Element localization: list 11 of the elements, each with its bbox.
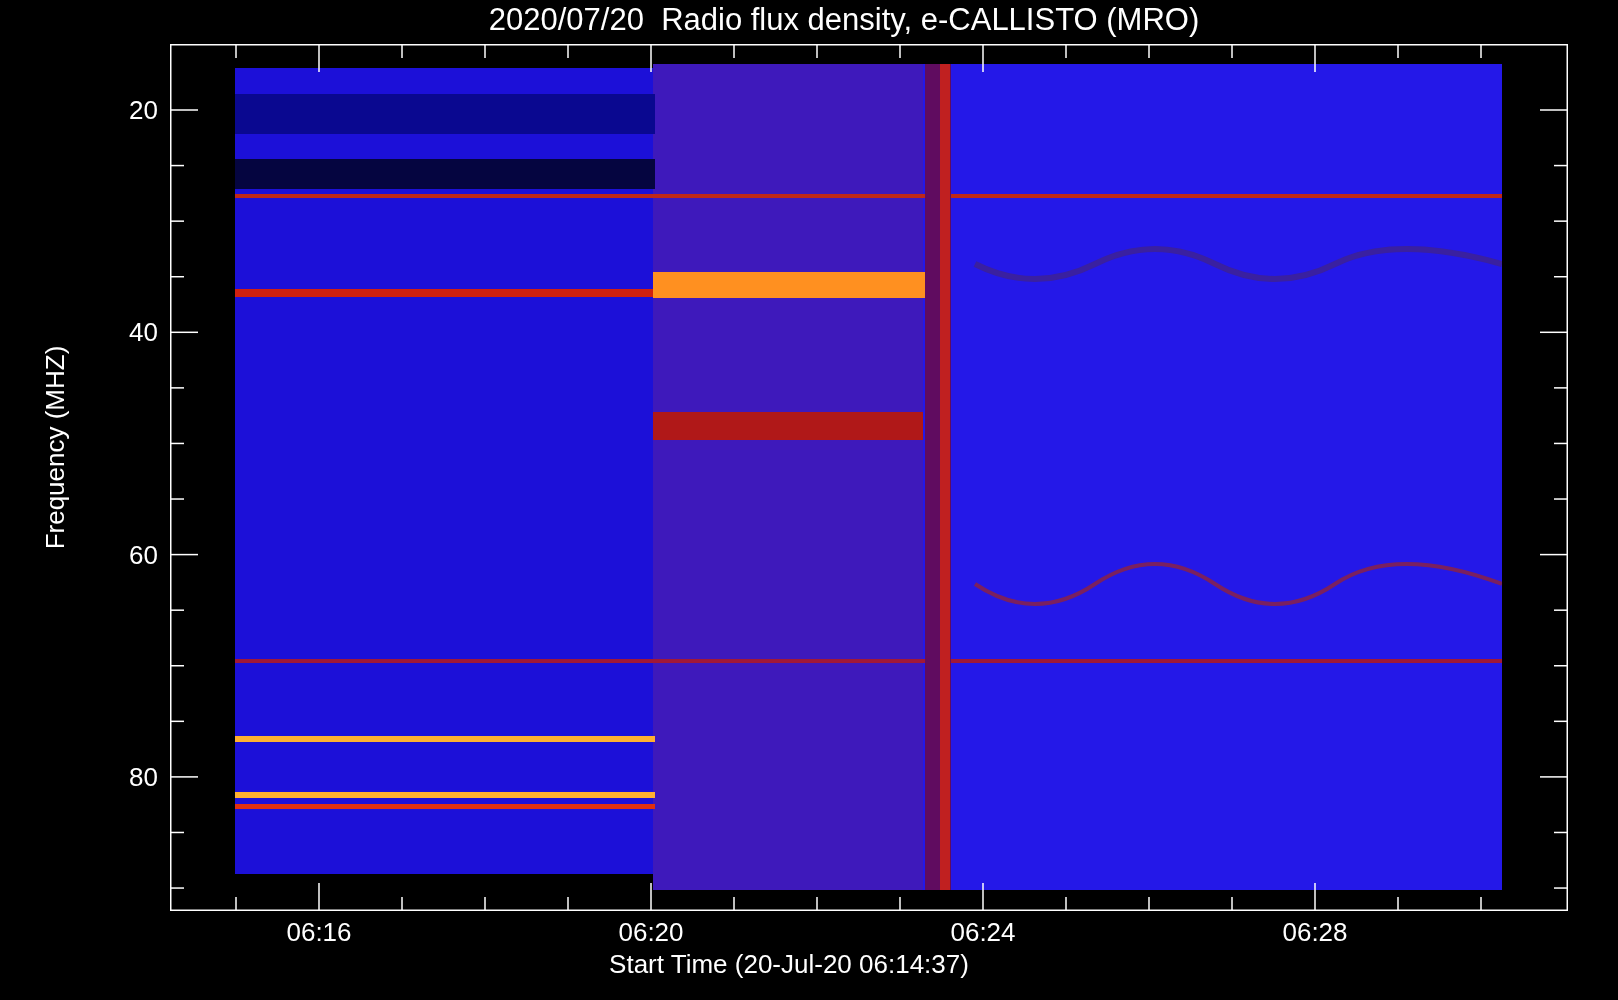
x-tick-label: 06:20 <box>618 917 684 947</box>
y-tick-label: 40 <box>129 317 158 348</box>
x-tick-label: 06:24 <box>950 917 1016 947</box>
y-tick-label: 20 <box>129 95 158 125</box>
y-tick-label: 60 <box>129 539 158 570</box>
y-tick-label: 80 <box>129 761 158 792</box>
x-axis-label: Start Time (20-Jul-20 06:14:37) <box>608 949 970 981</box>
y-axis-label: Frequency (MHZ) <box>40 345 72 550</box>
chart-title: 2020/07/20 Radio flux density, e-CALLISTO (MRO) <box>487 1 1201 39</box>
x-tick-label: 06:16 <box>286 917 352 947</box>
x-tick-label: 06:28 <box>1282 917 1348 947</box>
